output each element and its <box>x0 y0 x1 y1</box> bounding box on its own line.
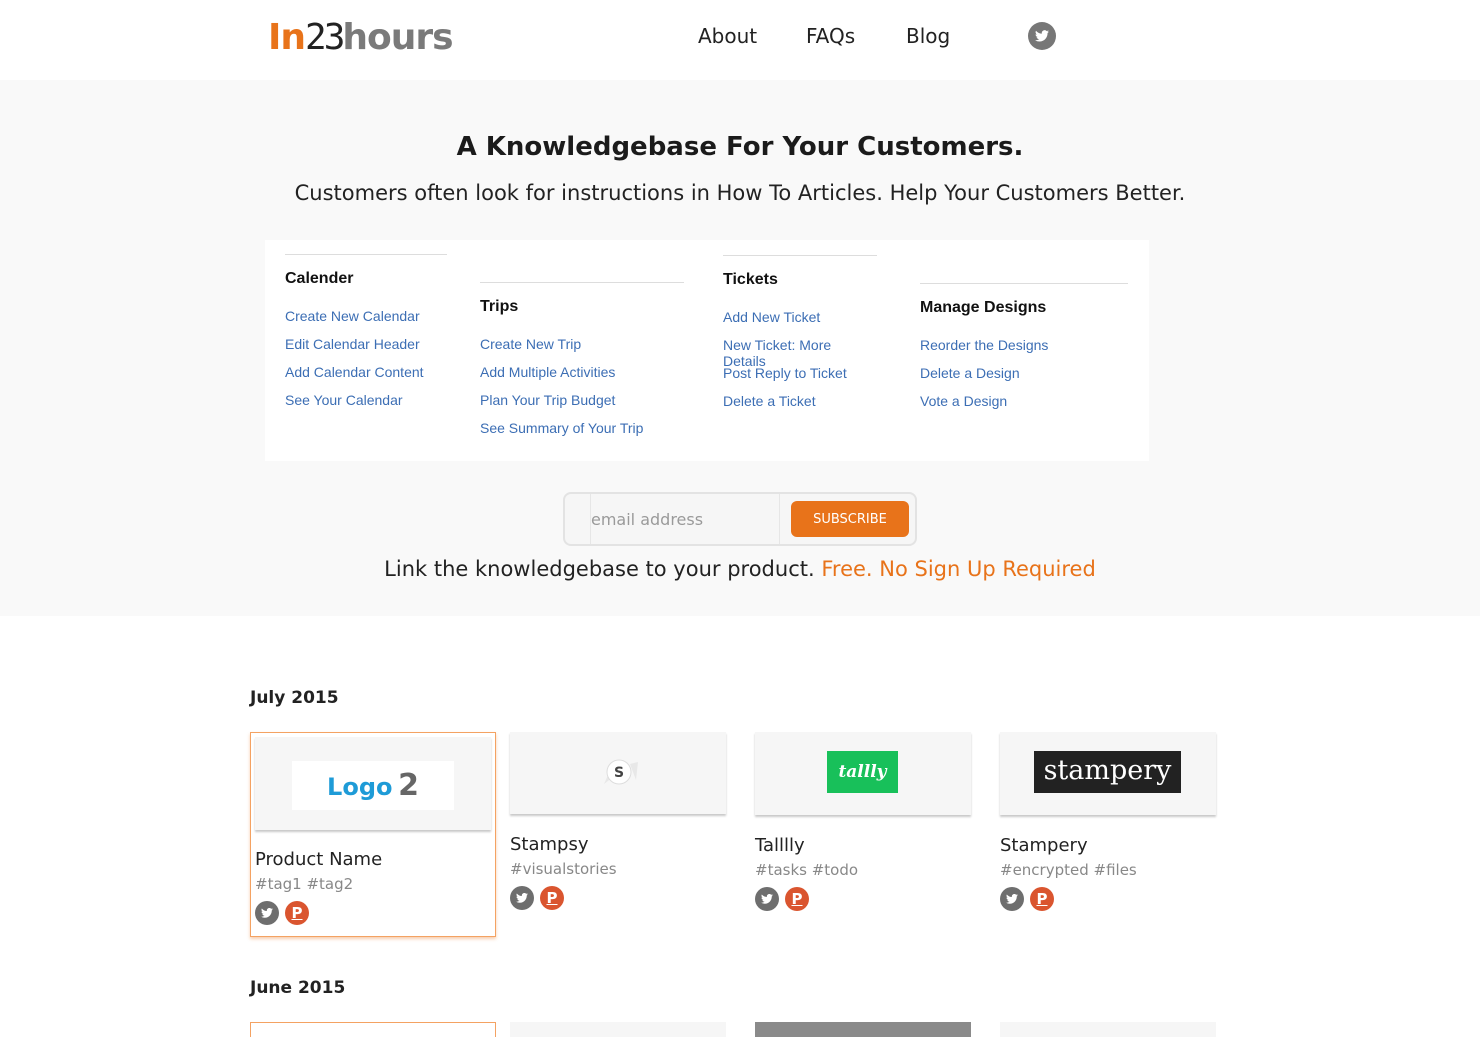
product-card-selected[interactable]: Logo 2 Product Name #tag1 #tag2 P <box>250 732 496 937</box>
kb-heading: Manage Designs <box>920 299 1047 316</box>
twitter-icon[interactable] <box>510 886 534 910</box>
divider <box>480 282 684 283</box>
site-logo[interactable]: In23hours <box>268 17 454 58</box>
product-name[interactable]: Product Name <box>255 849 382 870</box>
product-name[interactable]: Talllly <box>755 835 805 856</box>
cta-text: Link the knowledgebase to your product. … <box>0 557 1480 581</box>
producthunt-icon[interactable]: P <box>1030 887 1054 911</box>
nav-faqs[interactable]: FAQs <box>806 23 855 49</box>
kb-heading: Calender <box>285 270 354 287</box>
month-heading: July 2015 <box>250 688 339 708</box>
kb-heading: Trips <box>480 298 519 315</box>
product-card[interactable] <box>1000 1022 1216 1037</box>
tallly-logo: tallly <box>827 751 898 793</box>
logo-word: Logo <box>327 773 393 801</box>
product-thumbnail: tallly <box>755 732 971 815</box>
twitter-icon[interactable] <box>1028 22 1056 50</box>
hero-title: A Knowledgebase For Your Customers. <box>456 132 1024 162</box>
stampsy-logo: S <box>604 759 638 785</box>
product-name[interactable]: Stampery <box>1000 835 1088 856</box>
divider <box>723 255 877 256</box>
kb-link[interactable]: Create New Trip <box>480 336 684 364</box>
product-thumbnail: Logo 2 <box>255 737 491 830</box>
logo-number: 2 <box>398 768 419 803</box>
product-tags: #tag1 #tag2 <box>255 875 354 893</box>
kb-link[interactable]: See Your Calendar <box>285 392 447 420</box>
kb-column-tickets: Tickets Add New Ticket New Ticket: More … <box>723 255 877 421</box>
stampsy-letter: S <box>614 765 624 781</box>
logo-hours: hours <box>342 17 453 58</box>
subscribe-button[interactable]: SUBSCRIBE <box>791 501 909 537</box>
logo-in: In <box>268 17 306 58</box>
month-heading: June 2015 <box>250 978 346 998</box>
product-icons: P <box>510 886 564 910</box>
nav-blog[interactable]: Blog <box>906 23 950 49</box>
kb-link[interactable]: Vote a Design <box>920 393 1128 421</box>
kb-link[interactable]: Add Calendar Content <box>285 364 447 392</box>
cta-lead: Link the knowledgebase to your product. <box>384 557 815 581</box>
kb-link[interactable]: New Ticket: More Details <box>723 337 877 369</box>
stampery-logo: stampery <box>1034 751 1181 793</box>
product-card[interactable] <box>510 1022 726 1037</box>
kb-link[interactable]: Add Multiple Activities <box>480 364 684 392</box>
email-input[interactable] <box>590 494 780 544</box>
divider <box>285 254 447 255</box>
product-card[interactable]: tallly Talllly #tasks #todo P <box>755 732 971 912</box>
kb-link[interactable]: Delete a Ticket <box>723 393 877 421</box>
divider <box>920 283 1128 284</box>
kb-column-trips: Trips Create New Trip Add Multiple Activ… <box>480 282 684 448</box>
product-icons: P <box>255 901 309 925</box>
product-name[interactable]: Stampsy <box>510 834 589 855</box>
product-tags: #encrypted #files <box>1000 861 1137 879</box>
product-tags: #visualstories <box>510 860 617 878</box>
hero-section: A Knowledgebase For Your Customers. Cust… <box>0 80 1480 616</box>
hero-subtitle: Customers often look for instructions in… <box>294 181 1186 205</box>
kb-link[interactable]: Post Reply to Ticket <box>723 365 877 393</box>
producthunt-icon[interactable]: P <box>285 901 309 925</box>
product-icons: P <box>755 887 809 911</box>
kb-link[interactable]: Delete a Design <box>920 365 1128 393</box>
site-header: In23hours About FAQs Blog <box>0 0 1480 80</box>
product-card-selected[interactable] <box>250 1022 496 1037</box>
kb-link[interactable]: Plan Your Trip Budget <box>480 392 684 420</box>
kb-link[interactable]: Add New Ticket <box>723 309 877 337</box>
twitter-icon[interactable] <box>755 887 779 911</box>
knowledgebase-preview: Calender Create New Calendar Edit Calend… <box>265 240 1149 461</box>
producthunt-icon[interactable]: P <box>785 887 809 911</box>
kb-column-manage-designs: Manage Designs Reorder the Designs Delet… <box>920 283 1128 421</box>
product-thumbnail: stampery <box>1000 732 1216 815</box>
kb-heading: Tickets <box>723 271 778 288</box>
kb-link[interactable]: Edit Calendar Header <box>285 336 447 364</box>
subscribe-form: SUBSCRIBE <box>563 492 917 546</box>
logo-num: 23 <box>305 17 345 58</box>
nav-about[interactable]: About <box>698 23 757 49</box>
cta-highlight: Free. No Sign Up Required <box>821 557 1096 581</box>
product-thumbnail: S <box>510 732 726 814</box>
product-tags: #tasks #todo <box>755 861 859 879</box>
product-logo: Logo 2 <box>292 761 454 810</box>
kb-link[interactable]: Create New Calendar <box>285 308 447 336</box>
product-card[interactable]: stampery Stampery #encrypted #files P <box>1000 732 1216 912</box>
product-icons: P <box>1000 887 1054 911</box>
producthunt-icon[interactable]: P <box>540 886 564 910</box>
twitter-icon[interactable] <box>255 901 279 925</box>
kb-column-calender: Calender Create New Calendar Edit Calend… <box>285 254 447 420</box>
product-card[interactable]: S Stampsy #visualstories P <box>510 732 726 912</box>
product-card[interactable] <box>755 1022 971 1037</box>
kb-link[interactable]: See Summary of Your Trip <box>480 420 684 448</box>
twitter-icon[interactable] <box>1000 887 1024 911</box>
kb-link[interactable]: Reorder the Designs <box>920 337 1128 365</box>
